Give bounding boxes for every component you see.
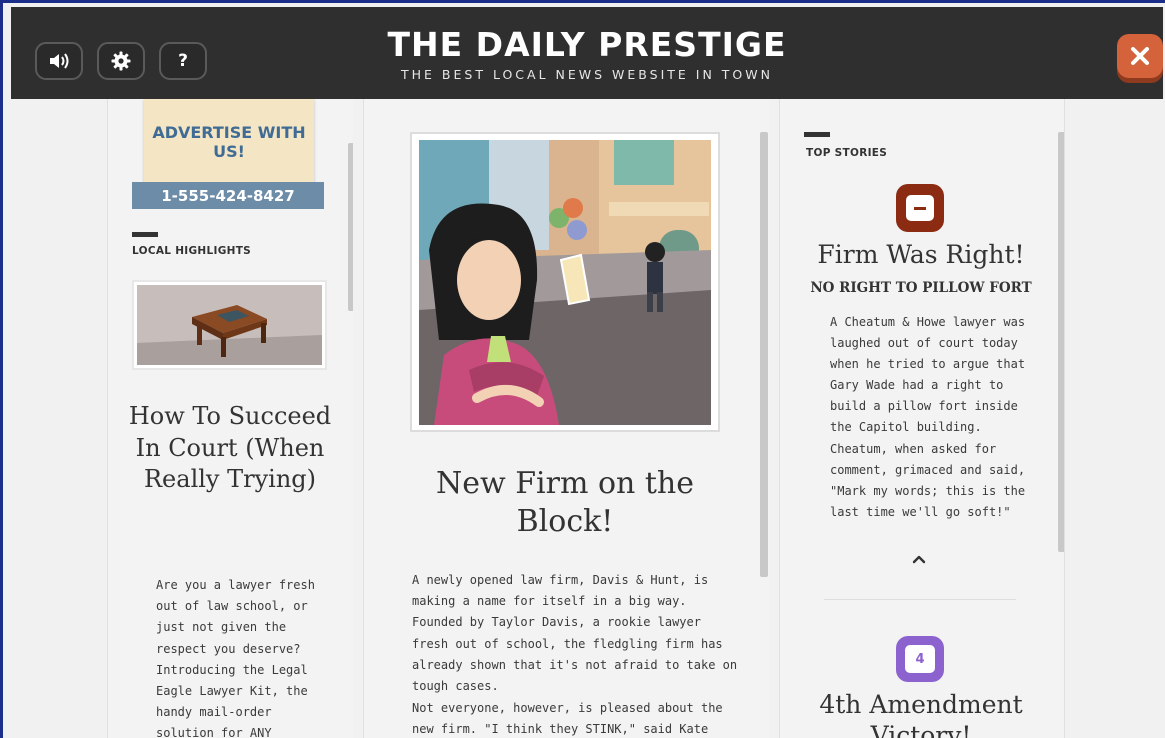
right-column: TOP STORIES Firm Was Right! NO RIGHT TO … (779, 99, 1065, 738)
close-icon (1131, 47, 1149, 65)
scrollbar-thumb[interactable] (348, 143, 353, 311)
section-label-top-stories: TOP STORIES (806, 147, 888, 159)
desk-illustration (137, 285, 322, 365)
ad-phone: 1-555-424-8427 (161, 187, 295, 205)
article-body: Are you a lawyer fresh out of law school… (156, 578, 315, 738)
main-headline: New Firm on the Block! (435, 466, 694, 539)
article-headline[interactable]: How To Succeed In Court (When Really Try… (122, 401, 338, 496)
top-story-subheadline: NO RIGHT TO PILLOW FORT (810, 280, 1032, 296)
advertisement[interactable]: ADVERTISE WITH US! 1-555-424-8427 (132, 99, 324, 209)
main-column: New Firm on the Block! A newly opened la… (363, 99, 769, 738)
rank-number: 4 (905, 645, 935, 673)
chevron-up-icon[interactable] (908, 551, 930, 567)
section-marker (132, 232, 158, 237)
left-column: ADVERTISE WITH US! 1-555-424-8427 LOCAL … (107, 99, 353, 738)
site-title: THE DAILY PRESTIGE (387, 25, 787, 64)
feature-image-frame (410, 132, 720, 432)
main-body-paragraph: A newly opened law firm, Davis & Hunt, i… (412, 573, 738, 694)
divider (824, 599, 1016, 600)
scrollbar-thumb[interactable] (1058, 132, 1064, 552)
desk-image (137, 285, 322, 365)
top-story-headline[interactable]: Firm Was Right! (790, 238, 1052, 272)
article-thumbnail[interactable] (132, 280, 327, 370)
section-label-local-highlights: LOCAL HIGHLIGHTS (132, 245, 252, 257)
story-rank-badge (896, 184, 944, 232)
site-header: ? THE DAILY PRESTIGE THE BEST LOCAL NEWS… (11, 7, 1163, 99)
section-marker (804, 132, 830, 137)
site-tagline: THE BEST LOCAL NEWS WEBSITE IN TOWN (401, 67, 773, 82)
lawyer-illustration (419, 140, 711, 425)
scrollbar-thumb[interactable] (760, 132, 768, 577)
app-window: ? THE DAILY PRESTIGE THE BEST LOCAL NEWS… (0, 0, 1165, 738)
minus-icon (906, 195, 934, 221)
feature-image (419, 140, 711, 425)
story-rank-badge: 4 (896, 636, 944, 682)
ad-text: ADVERTISE WITH US! (152, 123, 306, 161)
top-story-headline[interactable]: 4th Amendment Victory! (790, 689, 1052, 738)
main-body-paragraph: Not everyone, however, is pleased about … (412, 701, 723, 737)
top-story-body: A Cheatum & Howe lawyer was laughed out … (830, 315, 1026, 519)
close-button[interactable] (1117, 34, 1163, 78)
